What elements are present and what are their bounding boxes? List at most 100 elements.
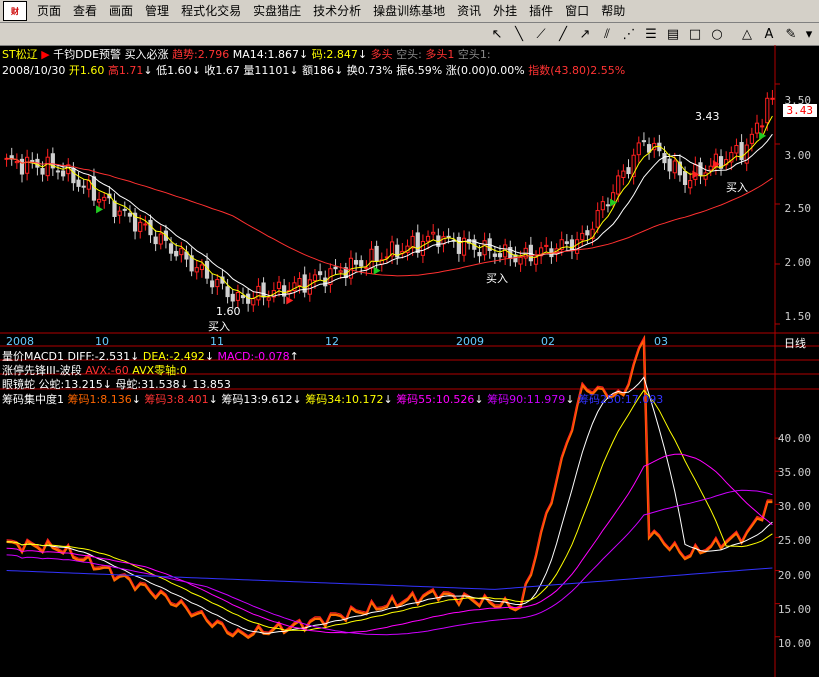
quote-bar: 2008/10/30 开1.60 高1.71↓ 低1.60↓ 收1.67 量11… bbox=[2, 64, 626, 77]
candle-body bbox=[307, 279, 312, 295]
candle-body bbox=[76, 179, 81, 187]
quote-index: 指数(43.80)2.55% bbox=[528, 64, 626, 77]
price-tick: 1.50 bbox=[784, 310, 812, 323]
quote-date: 2008/10/30 bbox=[2, 64, 66, 77]
candle-body bbox=[353, 260, 359, 265]
candle-body bbox=[251, 297, 256, 306]
buy-annotation: 买入 bbox=[486, 272, 508, 285]
candle-body bbox=[117, 210, 122, 216]
candle-body bbox=[297, 278, 302, 287]
candle-body bbox=[369, 248, 374, 269]
chips55-line bbox=[6, 453, 773, 634]
time-tick: 12 bbox=[325, 335, 339, 348]
candle-body bbox=[179, 248, 184, 256]
candle-body bbox=[168, 243, 174, 254]
chips-90: 筹码90:11.979 bbox=[487, 393, 566, 406]
cobra-name: 眼镜蛇 bbox=[2, 378, 35, 391]
candle-body bbox=[25, 156, 30, 174]
candle-body bbox=[19, 158, 25, 175]
quote-turnover: 换0.73% bbox=[346, 64, 393, 77]
macd-value: MACD:-0.078 bbox=[217, 350, 290, 363]
candle-body bbox=[61, 170, 66, 177]
candle-body bbox=[45, 156, 50, 177]
candle-body bbox=[672, 160, 677, 174]
candle-body bbox=[14, 160, 19, 164]
candle-body bbox=[138, 221, 143, 232]
candle-body bbox=[682, 171, 688, 185]
cobra-third: 13.853 bbox=[192, 378, 231, 391]
chips-13: 筹码13:9.612 bbox=[221, 393, 293, 406]
candle-body bbox=[616, 175, 621, 195]
empty2-label: 空头1: bbox=[457, 48, 491, 61]
candle-body bbox=[425, 235, 431, 242]
candle-body bbox=[585, 230, 590, 236]
chips-value: 码:2.847 bbox=[311, 48, 358, 61]
cobra-female: 母蛇:31.538 bbox=[115, 378, 180, 391]
candle-body bbox=[374, 245, 379, 262]
period-label[interactable]: 日线 bbox=[784, 335, 806, 351]
candle-body bbox=[364, 267, 369, 270]
stock-app-window: 财 页面 查看 画面 管理 程式化交易 实盘猎庄 技术分析 操盘训练基地 资讯 … bbox=[0, 0, 819, 677]
candle-body bbox=[518, 256, 523, 265]
candle-body bbox=[148, 219, 153, 236]
candle-body bbox=[569, 239, 575, 252]
ma14-value: MA14:1.867 bbox=[232, 48, 299, 61]
candle-body bbox=[770, 97, 775, 100]
lower-tick: 20.00 bbox=[777, 569, 811, 582]
candle-body bbox=[143, 223, 148, 226]
buy-annotation: 买入 bbox=[726, 181, 748, 194]
candle-body bbox=[194, 267, 199, 273]
trend-value: 趋势:2.796 bbox=[172, 48, 230, 61]
empty-label: 空头: bbox=[396, 48, 422, 61]
low-price-annotation: 1.60 bbox=[216, 305, 241, 318]
candle-body bbox=[174, 250, 179, 257]
candle-body bbox=[359, 260, 364, 267]
chips-1: 筹码1:8.136 bbox=[67, 393, 132, 406]
chips-3: 筹码3:8.401 bbox=[144, 393, 209, 406]
chips250-line bbox=[6, 567, 773, 590]
candle-body bbox=[91, 176, 97, 201]
candle-body bbox=[420, 241, 426, 256]
candle-body bbox=[240, 295, 246, 299]
price-chart-canvas[interactable] bbox=[0, 0, 819, 677]
candle-body bbox=[40, 168, 45, 175]
candle-body bbox=[276, 281, 282, 289]
chips-indicator-row: 筹码集中度1 筹码1:8.136↓ 筹码3:8.401↓ 筹码13:9.612↓… bbox=[2, 393, 664, 406]
candle-body bbox=[621, 170, 626, 178]
quote-volume: 量11101 bbox=[243, 64, 290, 77]
quote-change: 涨(0.00)0.00% bbox=[445, 64, 525, 77]
candle-body bbox=[153, 236, 158, 245]
chips-34: 筹码34:10.172 bbox=[305, 393, 384, 406]
candle-body bbox=[215, 279, 220, 288]
candle-body bbox=[158, 233, 163, 245]
candle-body bbox=[760, 125, 765, 128]
stock-name: ST松辽 bbox=[2, 48, 38, 61]
quote-close: 收1.67 bbox=[204, 64, 240, 77]
candle-body bbox=[492, 253, 497, 257]
bull-label: 多头 bbox=[370, 48, 393, 61]
lower-tick: 30.00 bbox=[777, 500, 811, 513]
chips13-line bbox=[6, 376, 773, 634]
candle-body bbox=[580, 232, 585, 241]
candle-body bbox=[533, 256, 539, 265]
candle-body bbox=[708, 165, 713, 171]
candle-body bbox=[754, 122, 760, 134]
candle-body bbox=[415, 232, 420, 253]
time-tick: 03 bbox=[654, 335, 668, 348]
candle-body bbox=[266, 297, 271, 301]
candle-body bbox=[210, 280, 215, 288]
candle-body bbox=[261, 282, 266, 298]
candle-body bbox=[456, 236, 461, 254]
candle-body bbox=[225, 286, 230, 298]
candle-body bbox=[338, 270, 343, 273]
candle-body bbox=[482, 240, 487, 256]
candle-body bbox=[641, 140, 647, 143]
high-price-annotation: 3.43 bbox=[695, 110, 720, 123]
candle-body bbox=[235, 292, 240, 301]
lower-tick: 15.00 bbox=[777, 603, 811, 616]
candle-body bbox=[127, 212, 133, 217]
candle-body bbox=[605, 204, 611, 207]
candle-body bbox=[81, 185, 86, 188]
lower-tick: 40.00 bbox=[777, 432, 811, 445]
candle-body bbox=[102, 196, 107, 201]
